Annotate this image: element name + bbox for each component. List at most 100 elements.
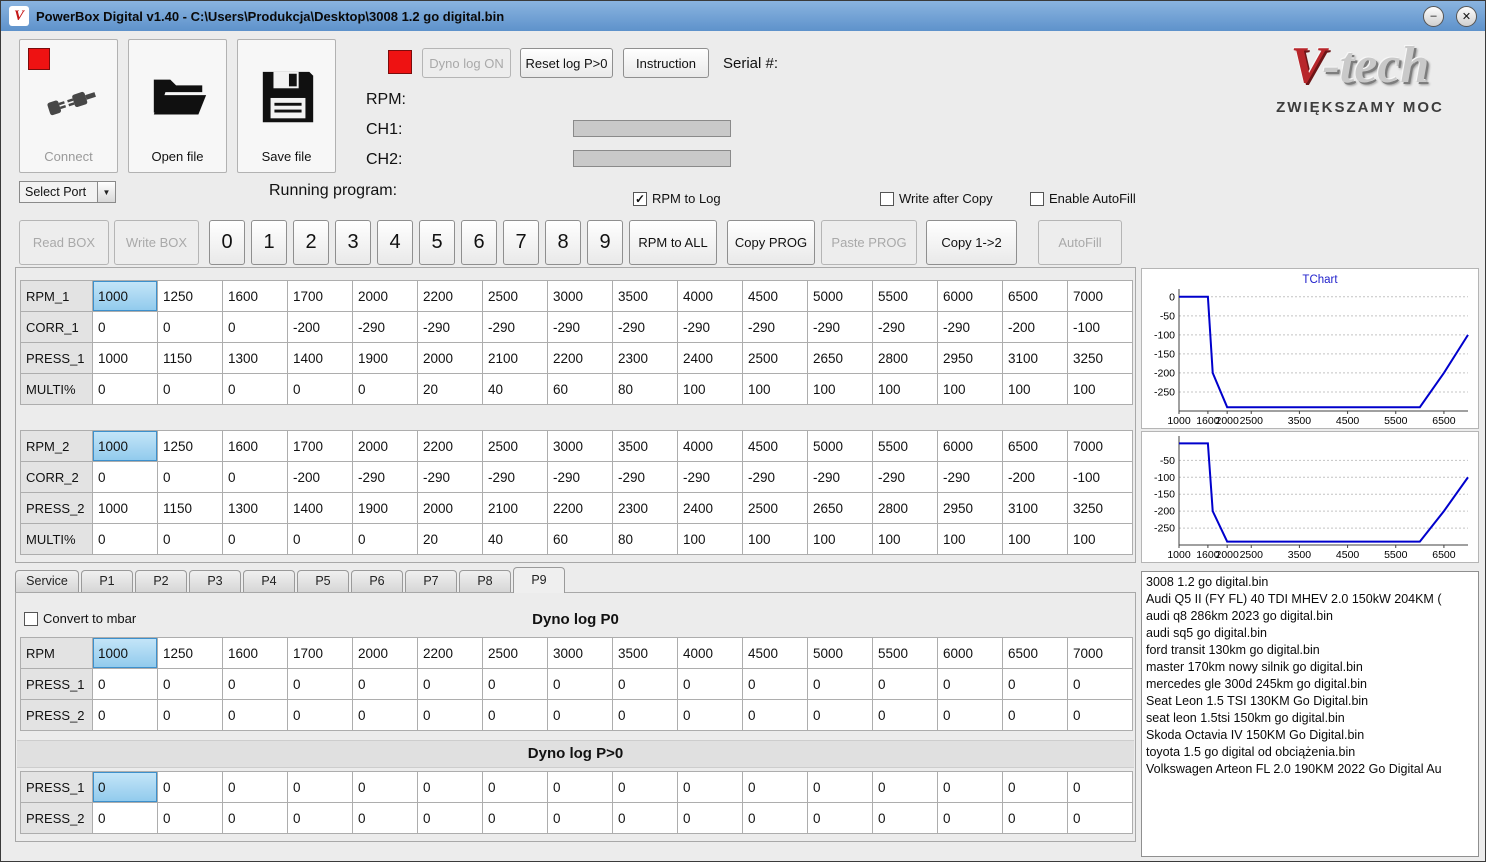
- table-cell[interactable]: 1000: [92, 280, 158, 312]
- table-cell[interactable]: 5000: [807, 280, 873, 312]
- table-cell[interactable]: 100: [742, 373, 808, 405]
- table-cell[interactable]: 1000: [92, 342, 158, 374]
- table-cell[interactable]: 1600: [222, 637, 288, 669]
- table-cell[interactable]: -290: [417, 461, 483, 493]
- enable-autofill-checkbox[interactable]: Enable AutoFill: [1030, 191, 1136, 206]
- table-cell[interactable]: 2200: [417, 280, 483, 312]
- table-cell[interactable]: 0: [92, 771, 158, 803]
- write-box-button[interactable]: Write BOX: [114, 220, 199, 265]
- table-cell[interactable]: 0: [872, 802, 938, 834]
- table-cell[interactable]: 0: [417, 771, 483, 803]
- table-cell[interactable]: 0: [417, 802, 483, 834]
- table-cell[interactable]: 0: [92, 668, 158, 700]
- table-cell[interactable]: 7000: [1067, 637, 1133, 669]
- table-cell[interactable]: 0: [1002, 802, 1068, 834]
- tab-p3[interactable]: P3: [189, 570, 241, 592]
- table-cell[interactable]: 6000: [937, 637, 1003, 669]
- table-cell[interactable]: 0: [937, 802, 1003, 834]
- instruction-button[interactable]: Instruction: [623, 48, 709, 78]
- table-cell[interactable]: 0: [482, 668, 548, 700]
- table-cell[interactable]: 100: [807, 523, 873, 555]
- connect-button[interactable]: Connect: [19, 39, 118, 173]
- table-cell[interactable]: 1900: [352, 492, 418, 524]
- file-list-item[interactable]: Volkswagen Arteon FL 2.0 190KM 2022 Go D…: [1144, 761, 1476, 778]
- table-cell[interactable]: 0: [157, 311, 223, 343]
- table-cell[interactable]: 0: [807, 668, 873, 700]
- table-cell[interactable]: 1000: [92, 637, 158, 669]
- table-cell[interactable]: -290: [872, 461, 938, 493]
- table-cell[interactable]: -290: [872, 311, 938, 343]
- table-cell[interactable]: 0: [417, 668, 483, 700]
- table-cell[interactable]: 0: [157, 373, 223, 405]
- table-cell[interactable]: -290: [352, 461, 418, 493]
- table-cell[interactable]: 0: [352, 699, 418, 731]
- table-cell[interactable]: 40: [482, 523, 548, 555]
- table-cell[interactable]: 100: [677, 373, 743, 405]
- file-list-item[interactable]: toyota 1.5 go digital od obciążenia.bin: [1144, 744, 1476, 761]
- rpm-to-all-button[interactable]: RPM to ALL: [629, 220, 717, 265]
- table-cell[interactable]: 3000: [547, 280, 613, 312]
- rpm-to-log-checkbox[interactable]: ✓ RPM to Log: [633, 191, 721, 206]
- table-cell[interactable]: 0: [937, 668, 1003, 700]
- table-cell[interactable]: 2300: [612, 342, 678, 374]
- table-cell[interactable]: 0: [92, 311, 158, 343]
- table-cell[interactable]: 2500: [482, 280, 548, 312]
- write-after-copy-checkbox[interactable]: Write after Copy: [880, 191, 993, 206]
- table-cell[interactable]: 6500: [1002, 280, 1068, 312]
- table-cell[interactable]: 0: [287, 523, 353, 555]
- table-cell[interactable]: -290: [482, 461, 548, 493]
- table-cell[interactable]: 3250: [1067, 342, 1133, 374]
- table-cell[interactable]: 0: [482, 699, 548, 731]
- table-cell[interactable]: 0: [222, 523, 288, 555]
- table-cell[interactable]: 0: [287, 802, 353, 834]
- table-cell[interactable]: 1000: [92, 430, 158, 462]
- table-cell[interactable]: 5500: [872, 637, 938, 669]
- copy-1-to-2-button[interactable]: Copy 1->2: [926, 220, 1017, 265]
- table-cell[interactable]: 0: [417, 699, 483, 731]
- table-cell[interactable]: -200: [1002, 311, 1068, 343]
- table-cell[interactable]: 1600: [222, 430, 288, 462]
- file-list-item[interactable]: master 170km nowy silnik go digital.bin: [1144, 659, 1476, 676]
- paste-prog-button[interactable]: Paste PROG: [821, 220, 917, 265]
- table-cell[interactable]: 0: [1067, 668, 1133, 700]
- table-cell[interactable]: 2650: [807, 342, 873, 374]
- table-cell[interactable]: -290: [352, 311, 418, 343]
- table-cell[interactable]: 0: [937, 771, 1003, 803]
- tab-service[interactable]: Service: [15, 570, 79, 592]
- table-cell[interactable]: 0: [742, 802, 808, 834]
- tab-p7[interactable]: P7: [405, 570, 457, 592]
- table-cell[interactable]: -290: [937, 461, 1003, 493]
- table-cell[interactable]: 1400: [287, 342, 353, 374]
- table-cell[interactable]: 1900: [352, 342, 418, 374]
- table-cell[interactable]: 0: [1002, 668, 1068, 700]
- table-cell[interactable]: 2200: [547, 492, 613, 524]
- table-cell[interactable]: 0: [222, 311, 288, 343]
- table-cell[interactable]: 1250: [157, 637, 223, 669]
- table-cell[interactable]: 0: [222, 373, 288, 405]
- file-list[interactable]: 3008 1.2 go digital.bin Audi Q5 II (FY FL…: [1141, 571, 1479, 857]
- digit-button-3[interactable]: 3: [335, 220, 371, 265]
- table-cell[interactable]: 0: [1067, 802, 1133, 834]
- table-cell[interactable]: 1700: [287, 280, 353, 312]
- table-cell[interactable]: 2500: [482, 430, 548, 462]
- table-cell[interactable]: -290: [417, 311, 483, 343]
- table-cell[interactable]: 2100: [482, 492, 548, 524]
- table-cell[interactable]: 0: [287, 668, 353, 700]
- table-cell[interactable]: 0: [222, 771, 288, 803]
- table-cell[interactable]: 2400: [677, 342, 743, 374]
- table-cell[interactable]: -290: [547, 311, 613, 343]
- table-cell[interactable]: 4000: [677, 430, 743, 462]
- table-cell[interactable]: 0: [92, 461, 158, 493]
- table-cell[interactable]: 2800: [872, 492, 938, 524]
- table-cell[interactable]: 0: [1002, 771, 1068, 803]
- table-cell[interactable]: 0: [352, 802, 418, 834]
- table-cell[interactable]: 0: [937, 699, 1003, 731]
- table-cell[interactable]: 0: [612, 802, 678, 834]
- table-cell[interactable]: 1150: [157, 492, 223, 524]
- minimize-button[interactable]: –: [1423, 5, 1444, 27]
- file-list-item[interactable]: Seat Leon 1.5 TSI 130KM Go Digital.bin: [1144, 693, 1476, 710]
- tab-p4[interactable]: P4: [243, 570, 295, 592]
- table-cell[interactable]: 1250: [157, 280, 223, 312]
- table-cell[interactable]: 4000: [677, 637, 743, 669]
- tab-p6[interactable]: P6: [351, 570, 403, 592]
